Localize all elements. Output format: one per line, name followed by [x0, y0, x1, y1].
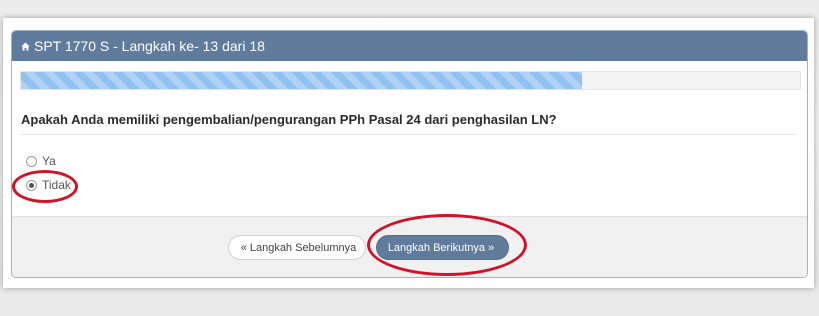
option-tidak[interactable]: Tidak	[26, 178, 71, 192]
next-step-label: Langkah Berikutnya	[387, 241, 486, 254]
home-icon	[21, 41, 30, 51]
progress-bar	[20, 71, 801, 90]
wizard-panel: SPT 1770 S - Langkah ke- 13 dari 18 Apak…	[11, 30, 808, 278]
page-title: SPT 1770 S - Langkah ke- 13 dari 18	[34, 38, 265, 54]
panel-header: SPT 1770 S - Langkah ke- 13 dari 18	[12, 31, 807, 61]
next-step-button[interactable]: Langkah Berikutnya »	[376, 235, 509, 260]
option-ya-label: Ya	[42, 154, 56, 168]
option-tidak-label: Tidak	[42, 178, 71, 192]
radio-tidak[interactable]	[26, 179, 37, 191]
wizard-footer: « Langkah Sebelumnya Langkah Berikutnya …	[12, 216, 807, 277]
option-ya[interactable]: Ya	[26, 154, 56, 168]
radio-ya[interactable]	[26, 155, 37, 167]
previous-step-label: Langkah Sebelumnya	[249, 241, 357, 254]
double-chevron-left-icon: «	[240, 241, 247, 254]
progress-fill	[21, 72, 582, 89]
question-text: Apakah Anda memiliki pengembalian/pengur…	[21, 112, 797, 135]
previous-step-button[interactable]: « Langkah Sebelumnya	[228, 235, 366, 260]
double-chevron-right-icon: »	[488, 241, 495, 254]
